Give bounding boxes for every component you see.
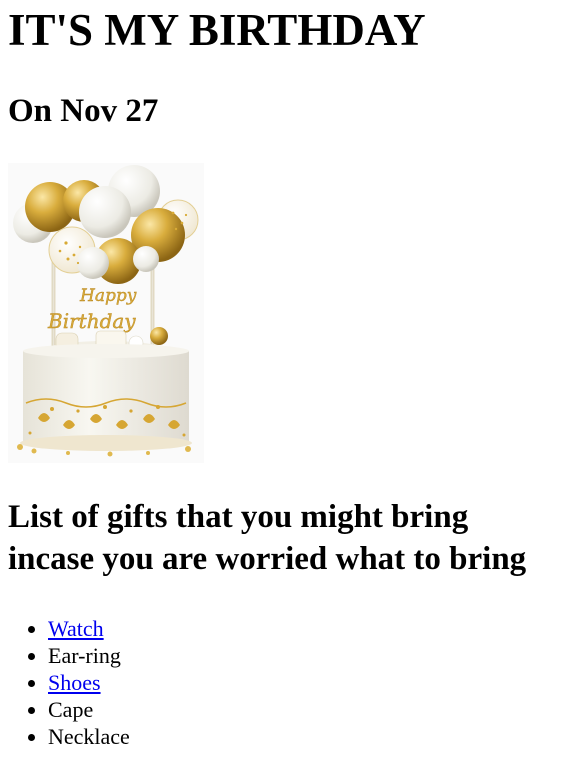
page: IT'S MY BIRTHDAY On Nov 27 Happy Birthda… — [0, 0, 565, 784]
list-item: Necklace — [48, 723, 557, 750]
gift-link-watch[interactable]: Watch — [48, 616, 104, 641]
gift-link-shoes[interactable]: Shoes — [48, 670, 101, 695]
topper-text-happy: Happy — [79, 286, 137, 306]
list-item: Ear-ring — [48, 642, 557, 669]
page-title: IT'S MY BIRTHDAY — [8, 5, 426, 55]
list-item: Cape — [48, 696, 557, 723]
cake-illustration: Happy Birthday — [13, 165, 199, 457]
gift-item-necklace: Necklace — [48, 724, 130, 749]
topper-text-birthday: Birthday — [47, 309, 136, 333]
list-item: Watch — [48, 615, 557, 642]
birthday-date-heading: On Nov 27 — [8, 93, 159, 129]
gifts-heading: List of gifts that you might bring incas… — [8, 499, 527, 577]
gift-list: Watch Ear-ring Shoes Cape Necklace — [8, 615, 557, 750]
list-item: Shoes — [48, 669, 557, 696]
gift-item-cape: Cape — [48, 697, 94, 722]
birthday-cake-image: Happy Birthday — [8, 163, 204, 463]
gift-item-ear-ring: Ear-ring — [48, 643, 121, 668]
